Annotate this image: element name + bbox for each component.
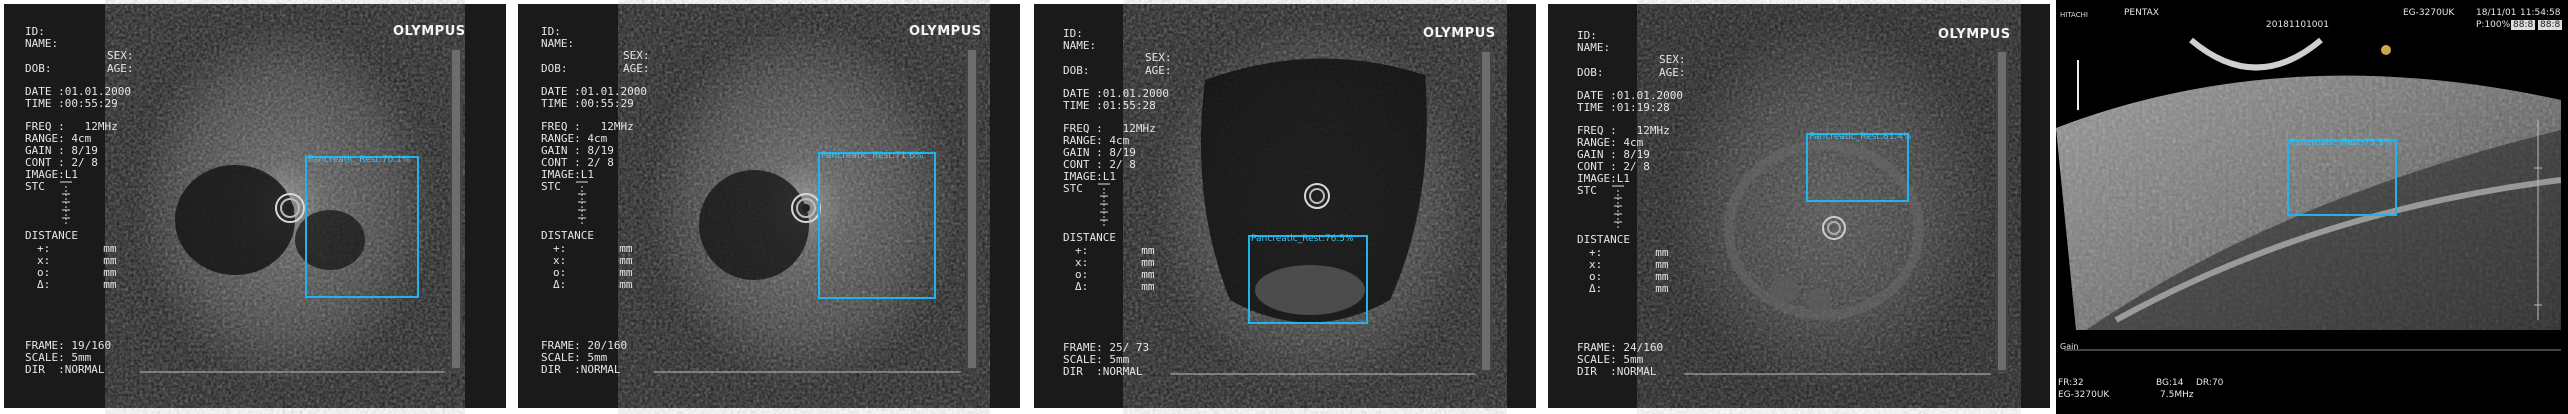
distance-label: DISTANCE bbox=[541, 229, 594, 242]
distance-row: Δ: mm bbox=[1075, 280, 1155, 293]
ultrasound-panel-2: OLYMPUS ID: NAME: SEX: DOB: AGE: DATE :0… bbox=[514, 0, 1024, 414]
patient-dob: DOB: bbox=[541, 62, 568, 75]
direction-readout: DIR :NORMAL bbox=[541, 363, 621, 376]
distance-row: Δ: mm bbox=[1589, 282, 1669, 295]
distance-label: DISTANCE bbox=[1577, 233, 1630, 246]
detection-label: Pancreatic_Rest:71.6% bbox=[821, 151, 924, 161]
stc-curve-icon bbox=[1098, 183, 1110, 228]
exam-time: TIME :01:55:28 bbox=[1063, 99, 1156, 112]
detection-label: Pancreatic_Rest:76.5% bbox=[1251, 234, 1354, 244]
distance-row: Δ: mm bbox=[37, 278, 117, 291]
patient-name: NAME: bbox=[1063, 39, 1097, 52]
patient-name: NAME: bbox=[1577, 41, 1611, 54]
distance-label: DISTANCE bbox=[1063, 231, 1116, 244]
scope-model: EG-3270UK bbox=[2403, 8, 2455, 18]
param-box: 88:8 bbox=[2538, 20, 2563, 30]
hitachi-logo: HITACHI bbox=[2060, 11, 2088, 19]
stc-label: STC bbox=[1577, 184, 1597, 197]
patient-number: 20181101001 bbox=[2266, 20, 2329, 30]
patient-sex: SEX: bbox=[1145, 51, 1172, 64]
patient-name: NAME: bbox=[25, 37, 59, 50]
gain-label: Gain bbox=[2060, 342, 2079, 351]
ultrasound-panel-3: OLYMPUS ID: NAME: SEX: DOB: AGE: DATE :0… bbox=[1030, 0, 1540, 414]
direction-readout: DIR :NORMAL bbox=[1063, 365, 1143, 378]
stc-label: STC bbox=[25, 180, 45, 193]
power-readout: P:100% bbox=[2476, 20, 2511, 30]
direction-readout: DIR :NORMAL bbox=[1577, 365, 1657, 378]
exam-date: 18/11/01 bbox=[2476, 8, 2517, 18]
frame-rate-readout: FR:32 bbox=[2058, 378, 2084, 388]
patient-dob: DOB: bbox=[1063, 64, 1090, 77]
olympus-logo: OLYMPUS bbox=[393, 24, 466, 39]
patient-sex: SEX: bbox=[107, 49, 134, 62]
patient-age: AGE: bbox=[107, 62, 134, 75]
dr-readout: DR:70 bbox=[2196, 378, 2224, 388]
patient-dob: DOB: bbox=[25, 62, 52, 75]
patient-sex: SEX: bbox=[623, 49, 650, 62]
olympus-logo: OLYMPUS bbox=[1938, 27, 2011, 42]
olympus-logo: OLYMPUS bbox=[1423, 26, 1496, 41]
pentax-logo: PENTAX bbox=[2124, 8, 2159, 18]
exam-time: TIME :00:55:29 bbox=[25, 97, 118, 110]
scope-model-footer: EG-3270UK bbox=[2058, 390, 2110, 400]
stc-curve-icon bbox=[60, 181, 72, 226]
patient-sex: SEX: bbox=[1659, 53, 1686, 66]
patient-age: AGE: bbox=[1659, 66, 1686, 79]
detection-label: Pancreatic_Rest:70.1% bbox=[308, 155, 411, 165]
patient-age: AGE: bbox=[623, 62, 650, 75]
patient-dob: DOB: bbox=[1577, 66, 1604, 79]
exam-time: TIME :00:55:29 bbox=[541, 97, 634, 110]
bg-readout: BG:14 bbox=[2156, 378, 2184, 388]
stc-label: STC bbox=[541, 180, 561, 193]
patient-age: AGE: bbox=[1145, 64, 1172, 77]
param-box: 88:8 bbox=[2511, 20, 2536, 30]
stc-label: STC bbox=[1063, 182, 1083, 195]
ultrasound-panel-1: OLYMPUS ID: NAME: SEX: DOB: AGE: DATE :0… bbox=[0, 0, 510, 414]
exam-time: TIME :01:19:28 bbox=[1577, 101, 1670, 114]
ultrasound-panel-5: HITACHI PENTAX EG-3270UK 18/11/01 11:54:… bbox=[2056, 0, 2568, 414]
direction-readout: DIR :NORMAL bbox=[25, 363, 105, 376]
stc-curve-icon bbox=[576, 181, 588, 226]
ultrasound-panel-4: OLYMPUS ID: NAME: SEX: DOB: AGE: DATE :0… bbox=[1544, 0, 2054, 414]
ultrasound-image bbox=[2056, 0, 2568, 414]
stc-curve-icon bbox=[1612, 185, 1624, 230]
distance-row: Δ: mm bbox=[553, 278, 633, 291]
distance-label: DISTANCE bbox=[25, 229, 78, 242]
detection-label: Pancreatic_Rest:75.5% bbox=[2290, 138, 2393, 148]
olympus-logo: OLYMPUS bbox=[909, 24, 982, 39]
detection-label: Pancreatic_Rest:81.4% bbox=[1809, 132, 1912, 142]
patient-name: NAME: bbox=[541, 37, 575, 50]
exam-time: 11:54:58 bbox=[2520, 8, 2561, 18]
freq-readout: 7.5MHz bbox=[2160, 390, 2194, 400]
